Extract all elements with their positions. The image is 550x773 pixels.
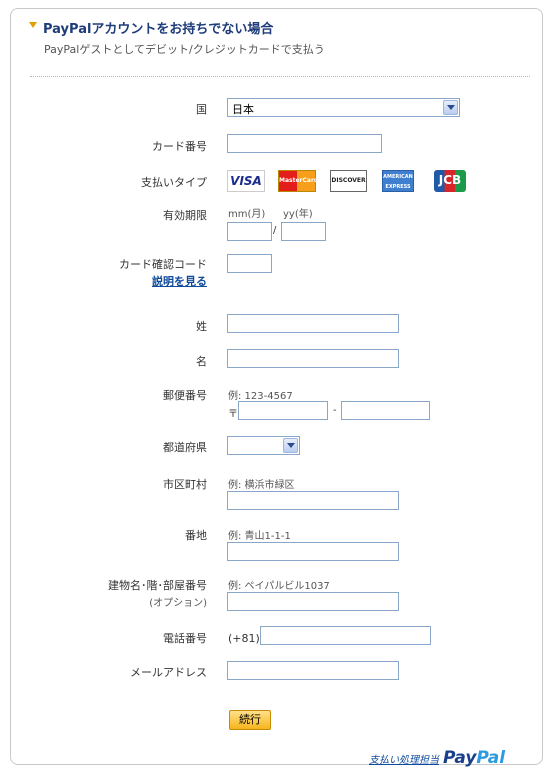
- country-label: 国: [196, 103, 207, 116]
- city-label: 市区町村: [163, 478, 207, 491]
- last-name-input[interactable]: [227, 314, 399, 333]
- city-example: 例: 横浜市緑区: [228, 480, 295, 491]
- phone-country-code: (+81): [228, 632, 260, 645]
- expiry-separator: /: [273, 225, 277, 236]
- address-label: 番地: [185, 529, 207, 542]
- card-number-input[interactable]: [227, 134, 382, 153]
- address-input[interactable]: [227, 542, 399, 561]
- building-input[interactable]: [227, 592, 399, 611]
- country-select[interactable]: 日本: [227, 98, 460, 117]
- processed-by-link[interactable]: 支払い処理担当: [369, 755, 439, 766]
- last-name-label: 姓: [196, 320, 207, 333]
- address-example: 例: 青山1-1-1: [228, 531, 291, 542]
- paypal-logo-pay: Pay: [443, 748, 477, 768]
- email-input[interactable]: [227, 661, 399, 680]
- first-name-input[interactable]: [227, 349, 399, 368]
- city-input[interactable]: [227, 491, 399, 510]
- card-number-label: カード番号: [152, 140, 207, 153]
- paypal-logo-pal: Pal: [476, 748, 506, 768]
- discover-logo-icon: DISCOVER: [330, 170, 367, 192]
- section-subtitle: PayPalゲストとしてデビット/クレジットカードで支払う: [44, 43, 325, 56]
- expiry-year-input[interactable]: [281, 222, 326, 241]
- phone-label: 電話番号: [163, 632, 207, 645]
- building-example: 例: ペイパルビル1037: [228, 581, 330, 592]
- expiry-month-input[interactable]: [227, 222, 272, 241]
- cvv-help-wrap: 説明を見る: [152, 273, 207, 289]
- paypal-footer: 支払い処理担当 PayPal: [369, 748, 505, 768]
- cvv-label: カード確認コード: [119, 258, 207, 271]
- cvv-input[interactable]: [227, 254, 272, 273]
- first-name-label: 名: [196, 355, 207, 368]
- phone-input[interactable]: [260, 626, 431, 645]
- postal-code-label: 郵便番号: [163, 389, 207, 402]
- building-label: 建物名･階･部屋番号: [108, 579, 207, 592]
- section-title: PayPalアカウントをお持ちでない場合: [43, 22, 274, 37]
- postal-code-first-input[interactable]: [238, 401, 328, 420]
- continue-button[interactable]: 続行: [229, 710, 271, 730]
- amex-logo-icon: AMERICAN EXPRESS: [382, 170, 414, 192]
- expiry-month-hint: mm(月): [228, 209, 266, 220]
- chevron-down-icon[interactable]: [443, 100, 458, 115]
- cvv-help-link[interactable]: 説明を見る: [152, 275, 207, 288]
- jcb-logo-icon: JCB: [434, 170, 466, 192]
- prefecture-select[interactable]: [227, 436, 300, 455]
- expiry-label: 有効期限: [163, 209, 207, 222]
- mastercard-logo-icon: MasterCard: [278, 170, 318, 192]
- postal-mark: 〒: [228, 409, 238, 420]
- postal-code-example: 例: 123-4567: [228, 391, 293, 402]
- email-label: メールアドレス: [130, 666, 207, 679]
- building-optional-note: (オプション): [149, 598, 207, 609]
- postal-code-separator: -: [333, 405, 337, 416]
- country-selected-value: 日本: [232, 103, 254, 116]
- dotted-divider: [30, 76, 530, 77]
- postal-code-second-input[interactable]: [341, 401, 430, 420]
- payment-type-label: 支払いタイプ: [141, 176, 207, 189]
- expiry-year-hint: yy(年): [283, 209, 313, 220]
- chevron-down-icon[interactable]: [283, 438, 298, 453]
- prefecture-label: 都道府県: [163, 441, 207, 454]
- paypal-logo: PayPal: [443, 748, 505, 768]
- expand-caret-icon[interactable]: [29, 22, 37, 28]
- visa-logo-icon: VISA: [227, 170, 265, 192]
